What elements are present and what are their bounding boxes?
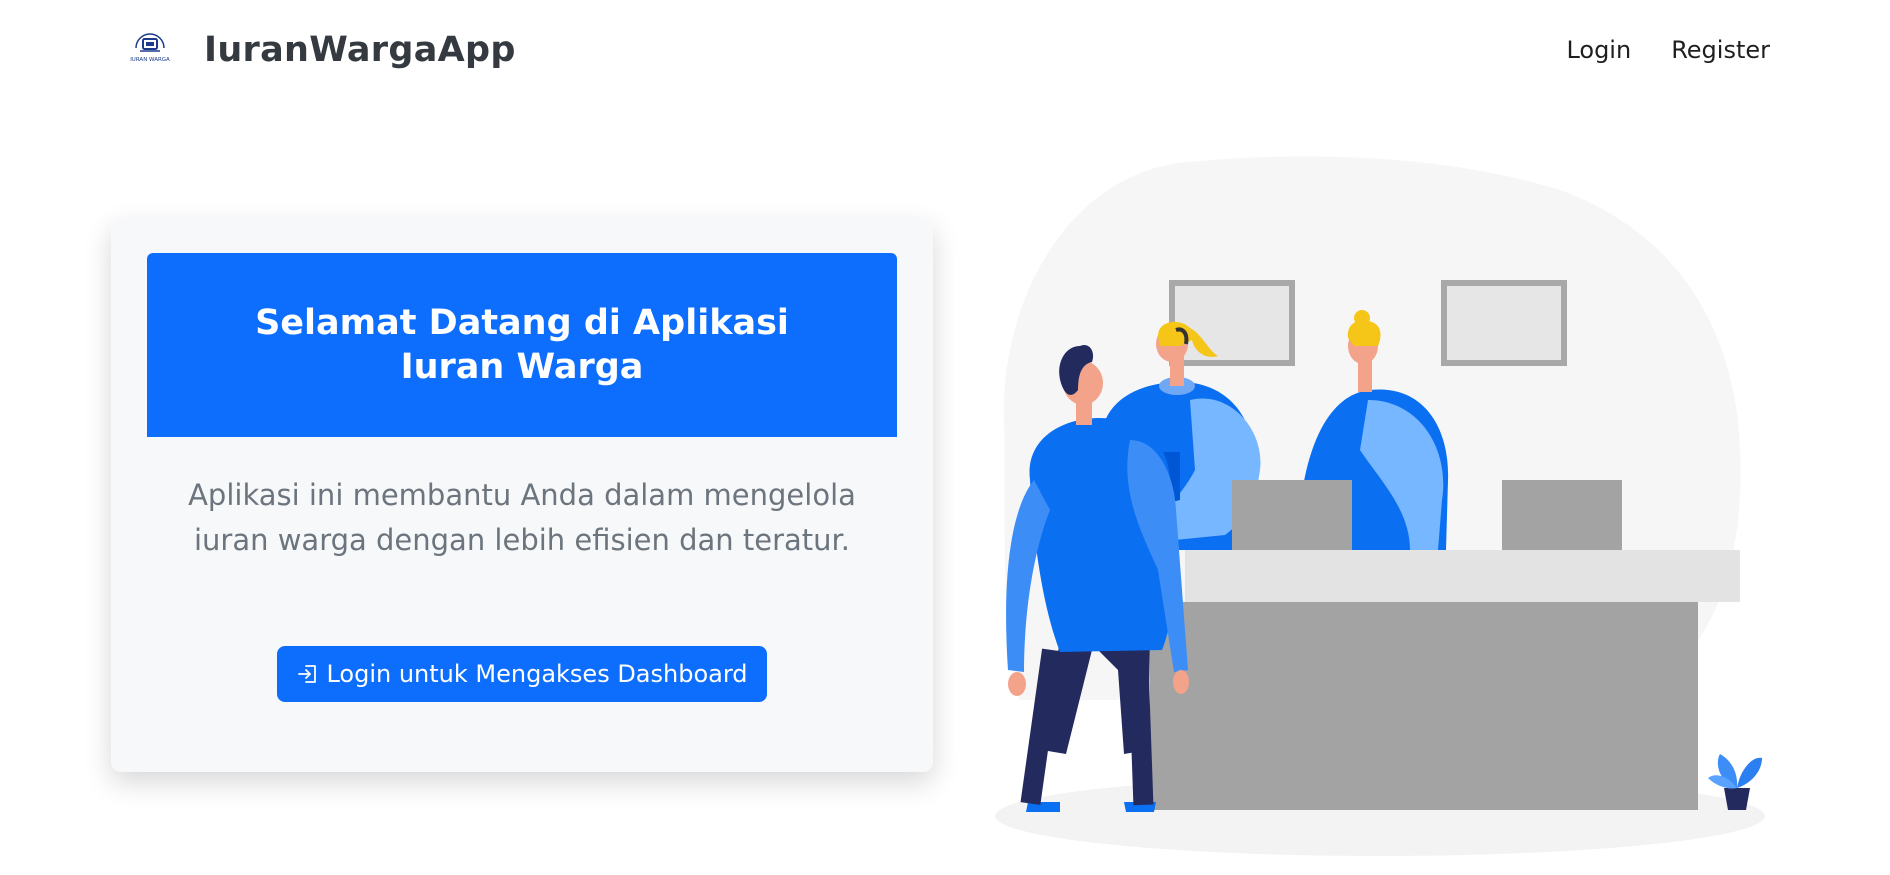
logo-icon: IURAN WARGA <box>128 26 172 70</box>
nav-links: Login Register <box>1566 36 1770 64</box>
page-title: Selamat Datang di Aplikasi Iuran Warga <box>255 303 789 387</box>
counter-front <box>1150 602 1698 810</box>
welcome-card: Selamat Datang di Aplikasi Iuran Warga A… <box>111 219 933 772</box>
wall-frame-left <box>1169 280 1295 366</box>
nav-register-link[interactable]: Register <box>1671 36 1770 64</box>
brand-name[interactable]: IuranWargaApp <box>204 30 516 70</box>
monitor-right <box>1502 480 1622 550</box>
login-icon <box>296 662 320 686</box>
brand-logo-link[interactable]: IURAN WARGA <box>128 26 172 70</box>
login-dashboard-button[interactable]: Login untuk Mengakses Dashboard <box>277 646 767 702</box>
navbar: IURAN WARGA IuranWargaApp Login Register <box>0 0 1890 104</box>
counter-top <box>1185 550 1740 602</box>
nav-login-link[interactable]: Login <box>1566 36 1631 64</box>
svg-text:IURAN WARGA: IURAN WARGA <box>130 57 170 63</box>
monitor-left <box>1232 480 1352 550</box>
login-dashboard-label: Login untuk Mengakses Dashboard <box>326 660 748 688</box>
card-description: Aplikasi ini membantu Anda dalam mengelo… <box>188 478 856 557</box>
reception-illustration <box>980 150 1780 871</box>
wall-frame-right <box>1441 280 1567 366</box>
card-header: Selamat Datang di Aplikasi Iuran Warga <box>147 253 897 437</box>
